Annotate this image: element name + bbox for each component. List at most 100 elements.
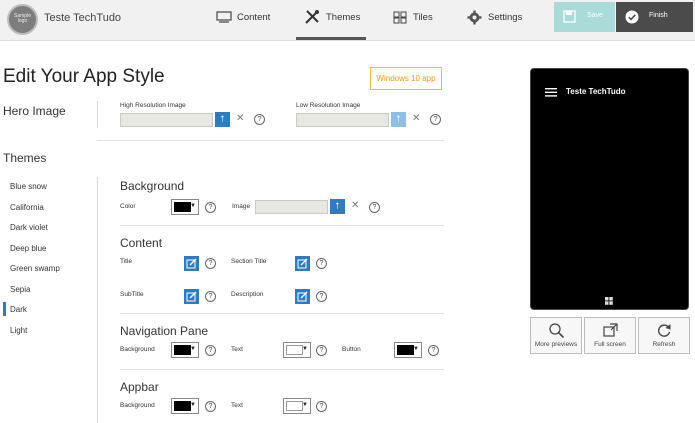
upload-icon: ⭡ <box>335 201 340 211</box>
preview-app-title: Teste TechTudo <box>566 87 626 96</box>
page-title: Edit Your App Style <box>3 66 165 87</box>
theme-item-dark[interactable]: Dark <box>10 305 27 314</box>
nav-text-color-select[interactable]: ▼ <box>283 342 311 358</box>
edit-icon <box>186 291 197 302</box>
upload-icon: ⭡ <box>220 114 225 124</box>
low-res-label: Low Resolution Image <box>296 102 361 109</box>
help-icon[interactable]: ? <box>316 291 327 302</box>
fullscreen-icon <box>603 323 618 337</box>
content-title: Content <box>120 236 163 250</box>
divider <box>97 140 444 141</box>
tab-themes-label: Themes <box>326 12 361 23</box>
edit-icon <box>297 291 308 302</box>
navigation-pane-title: Navigation Pane <box>120 324 209 338</box>
high-res-field[interactable] <box>120 113 213 127</box>
tab-content[interactable]: Content <box>216 0 272 40</box>
appbar-text-label: Text <box>231 402 243 409</box>
help-icon[interactable]: ? <box>316 345 327 356</box>
subtitle-edit-button[interactable] <box>184 289 199 304</box>
low-res-clear-icon[interactable]: ✕ <box>412 113 420 124</box>
appbar-title: Appbar <box>120 380 159 394</box>
help-icon[interactable]: ? <box>316 258 327 269</box>
divider <box>97 101 98 128</box>
divider <box>120 225 444 226</box>
app-logo: Sample logo <box>7 4 38 35</box>
background-color-select[interactable]: ▼ <box>171 199 199 215</box>
color-swatch <box>174 401 191 411</box>
help-icon[interactable]: ? <box>205 258 216 269</box>
nav-button-label: Button <box>342 346 361 353</box>
chevron-down-icon: ▼ <box>302 402 308 408</box>
divider <box>120 313 444 314</box>
edit-icon <box>186 258 197 269</box>
chevron-down-icon: ▼ <box>413 346 419 352</box>
themes-title: Themes <box>3 151 47 165</box>
tiles-icon <box>393 11 407 24</box>
save-icon <box>563 10 576 23</box>
color-swatch <box>174 202 191 212</box>
finish-button[interactable]: Finish <box>616 2 693 32</box>
tab-content-label: Content <box>237 12 271 23</box>
help-icon[interactable]: ? <box>428 345 439 356</box>
full-screen-button[interactable]: Full screen <box>584 317 636 354</box>
color-swatch <box>397 345 414 355</box>
hamburger-menu-icon <box>545 88 557 97</box>
tab-tiles[interactable]: Tiles <box>393 0 439 40</box>
nav-background-color-select[interactable]: ▼ <box>171 342 199 358</box>
theme-item-california[interactable]: California <box>10 203 44 212</box>
divider <box>120 369 444 370</box>
refresh-button[interactable]: Refresh <box>638 317 690 354</box>
more-previews-button[interactable]: More previews <box>530 317 582 354</box>
theme-item-green-swamp[interactable]: Green swamp <box>10 264 60 273</box>
description-edit-button[interactable] <box>295 289 310 304</box>
edit-icon <box>297 258 308 269</box>
appbar-background-label: Background <box>120 402 155 409</box>
gear-icon <box>467 10 482 25</box>
tools-icon <box>305 10 319 24</box>
chevron-down-icon: ▼ <box>190 346 196 352</box>
nav-button-color-select[interactable]: ▼ <box>394 342 422 358</box>
help-icon[interactable]: ? <box>369 202 380 213</box>
windows-logo-icon <box>605 297 613 305</box>
title-edit-button[interactable] <box>184 256 199 271</box>
high-res-upload-button[interactable]: ⭡ <box>215 112 230 127</box>
background-color-label: Color <box>120 203 136 210</box>
theme-item-dark-violet[interactable]: Dark violet <box>10 223 48 232</box>
section-title-edit-button[interactable] <box>295 256 310 271</box>
help-icon[interactable]: ? <box>205 401 216 412</box>
high-res-clear-icon[interactable]: ✕ <box>236 113 244 124</box>
background-image-upload-button[interactable]: ⭡ <box>330 199 345 214</box>
background-image-clear-icon[interactable]: ✕ <box>351 200 359 211</box>
help-icon[interactable]: ? <box>205 202 216 213</box>
theme-item-light[interactable]: Light <box>10 326 27 335</box>
platform-badge[interactable]: Windows 10 app <box>370 67 442 90</box>
nav-background-label: Background <box>120 346 155 353</box>
appbar-background-color-select[interactable]: ▼ <box>171 398 199 414</box>
theme-item-deep-blue[interactable]: Deep blue <box>10 244 46 253</box>
tab-settings-label: Settings <box>488 12 523 23</box>
theme-item-sepia[interactable]: Sepia <box>10 285 30 294</box>
top-bar: Sample logo Teste TechTudo Content Theme… <box>0 0 695 41</box>
help-icon[interactable]: ? <box>205 291 216 302</box>
hero-image-title: Hero Image <box>3 104 66 118</box>
background-image-label: Image <box>232 203 251 210</box>
tab-themes[interactable]: Themes <box>304 0 364 40</box>
upload-icon: ⭡ <box>396 114 401 124</box>
chevron-down-icon: ▼ <box>302 346 308 352</box>
tab-settings[interactable]: Settings <box>467 0 527 40</box>
check-circle-icon <box>625 10 639 24</box>
finish-label: Finish <box>649 12 668 19</box>
background-title: Background <box>120 179 185 193</box>
help-icon[interactable]: ? <box>430 114 441 125</box>
help-icon[interactable]: ? <box>316 401 327 412</box>
low-res-field[interactable] <box>296 113 389 127</box>
nav-text-label: Text <box>231 346 243 353</box>
chevron-down-icon: ▼ <box>190 402 196 408</box>
save-button[interactable]: Save <box>554 2 615 32</box>
low-res-upload-button[interactable]: ⭡ <box>391 112 406 127</box>
appbar-text-color-select[interactable]: ▼ <box>283 398 311 414</box>
theme-item-blue-snow[interactable]: Blue snow <box>10 182 47 191</box>
help-icon[interactable]: ? <box>205 345 216 356</box>
background-image-field[interactable] <box>255 200 328 214</box>
help-icon[interactable]: ? <box>254 114 265 125</box>
